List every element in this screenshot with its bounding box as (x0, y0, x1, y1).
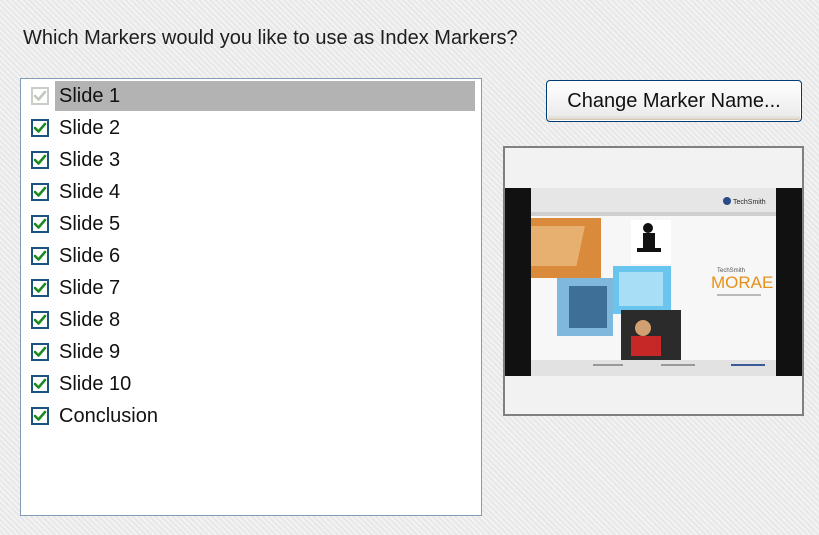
checkmark-icon (33, 410, 47, 421)
marker-checkbox[interactable] (31, 343, 49, 361)
change-marker-name-button[interactable]: Change Marker Name... (546, 80, 802, 122)
preview-slide-graphic: TechSmith TechSmith MORAE (531, 188, 776, 376)
list-item[interactable]: Slide 5 (23, 209, 124, 239)
marker-checkbox (31, 87, 49, 105)
marker-label: Slide 9 (59, 341, 121, 363)
list-item[interactable]: Slide 7 (23, 273, 124, 303)
list-item[interactable]: Conclusion (23, 401, 162, 431)
marker-checkbox[interactable] (31, 311, 49, 329)
list-item[interactable]: Slide 3 (23, 145, 124, 175)
dialog-panel: Which Markers would you like to use as I… (0, 0, 819, 535)
preview-product-title: MORAE (711, 273, 773, 292)
checkmark-icon (33, 218, 47, 229)
list-item[interactable]: Slide 4 (23, 177, 124, 207)
checkmark-icon (33, 154, 47, 165)
marker-checkbox[interactable] (31, 407, 49, 425)
marker-checkbox[interactable] (31, 119, 49, 137)
prompt-text: Which Markers would you like to use as I… (23, 27, 518, 49)
marker-label: Slide 1 (59, 85, 121, 107)
marker-label: Slide 6 (59, 245, 121, 267)
checkmark-icon (33, 314, 47, 325)
marker-checkbox[interactable] (31, 279, 49, 297)
checkmark-icon (33, 346, 47, 357)
marker-label: Conclusion (59, 405, 158, 427)
list-item[interactable]: Slide 8 (23, 305, 124, 335)
list-item[interactable]: Slide 1 (23, 81, 475, 111)
marker-checkbox[interactable] (31, 183, 49, 201)
list-item[interactable]: Slide 9 (23, 337, 124, 367)
checkmark-icon (33, 378, 47, 389)
marker-checkbox[interactable] (31, 215, 49, 233)
preview-logo-text: TechSmith (733, 199, 766, 206)
marker-label: Slide 4 (59, 181, 121, 203)
marker-label: Slide 2 (59, 117, 121, 139)
checkmark-icon (33, 90, 47, 101)
checkmark-icon (33, 282, 47, 293)
preview-slide: TechSmith TechSmith MORAE (531, 188, 776, 376)
list-item[interactable]: Slide 2 (23, 113, 124, 143)
preview-thumbnail: TechSmith TechSmith MORAE (505, 188, 802, 376)
checkmark-icon (33, 122, 47, 133)
list-item[interactable]: Slide 10 (23, 369, 135, 399)
marker-label: Slide 5 (59, 213, 121, 235)
marker-listbox[interactable]: Slide 1 Slide 2 Slide 3 Slide 4 Slide 5 Slide… (20, 78, 482, 516)
marker-label: Slide 3 (59, 149, 121, 171)
checkmark-icon (33, 250, 47, 261)
slide-preview: TechSmith TechSmith MORAE (503, 146, 804, 416)
marker-checkbox[interactable] (31, 151, 49, 169)
list-item[interactable]: Slide 6 (23, 241, 124, 271)
marker-checkbox[interactable] (31, 375, 49, 393)
checkmark-icon (33, 186, 47, 197)
marker-label: Slide 7 (59, 277, 121, 299)
marker-label: Slide 8 (59, 309, 121, 331)
techsmith-logo-icon (723, 197, 731, 205)
marker-label: Slide 10 (59, 373, 132, 395)
marker-checkbox[interactable] (31, 247, 49, 265)
